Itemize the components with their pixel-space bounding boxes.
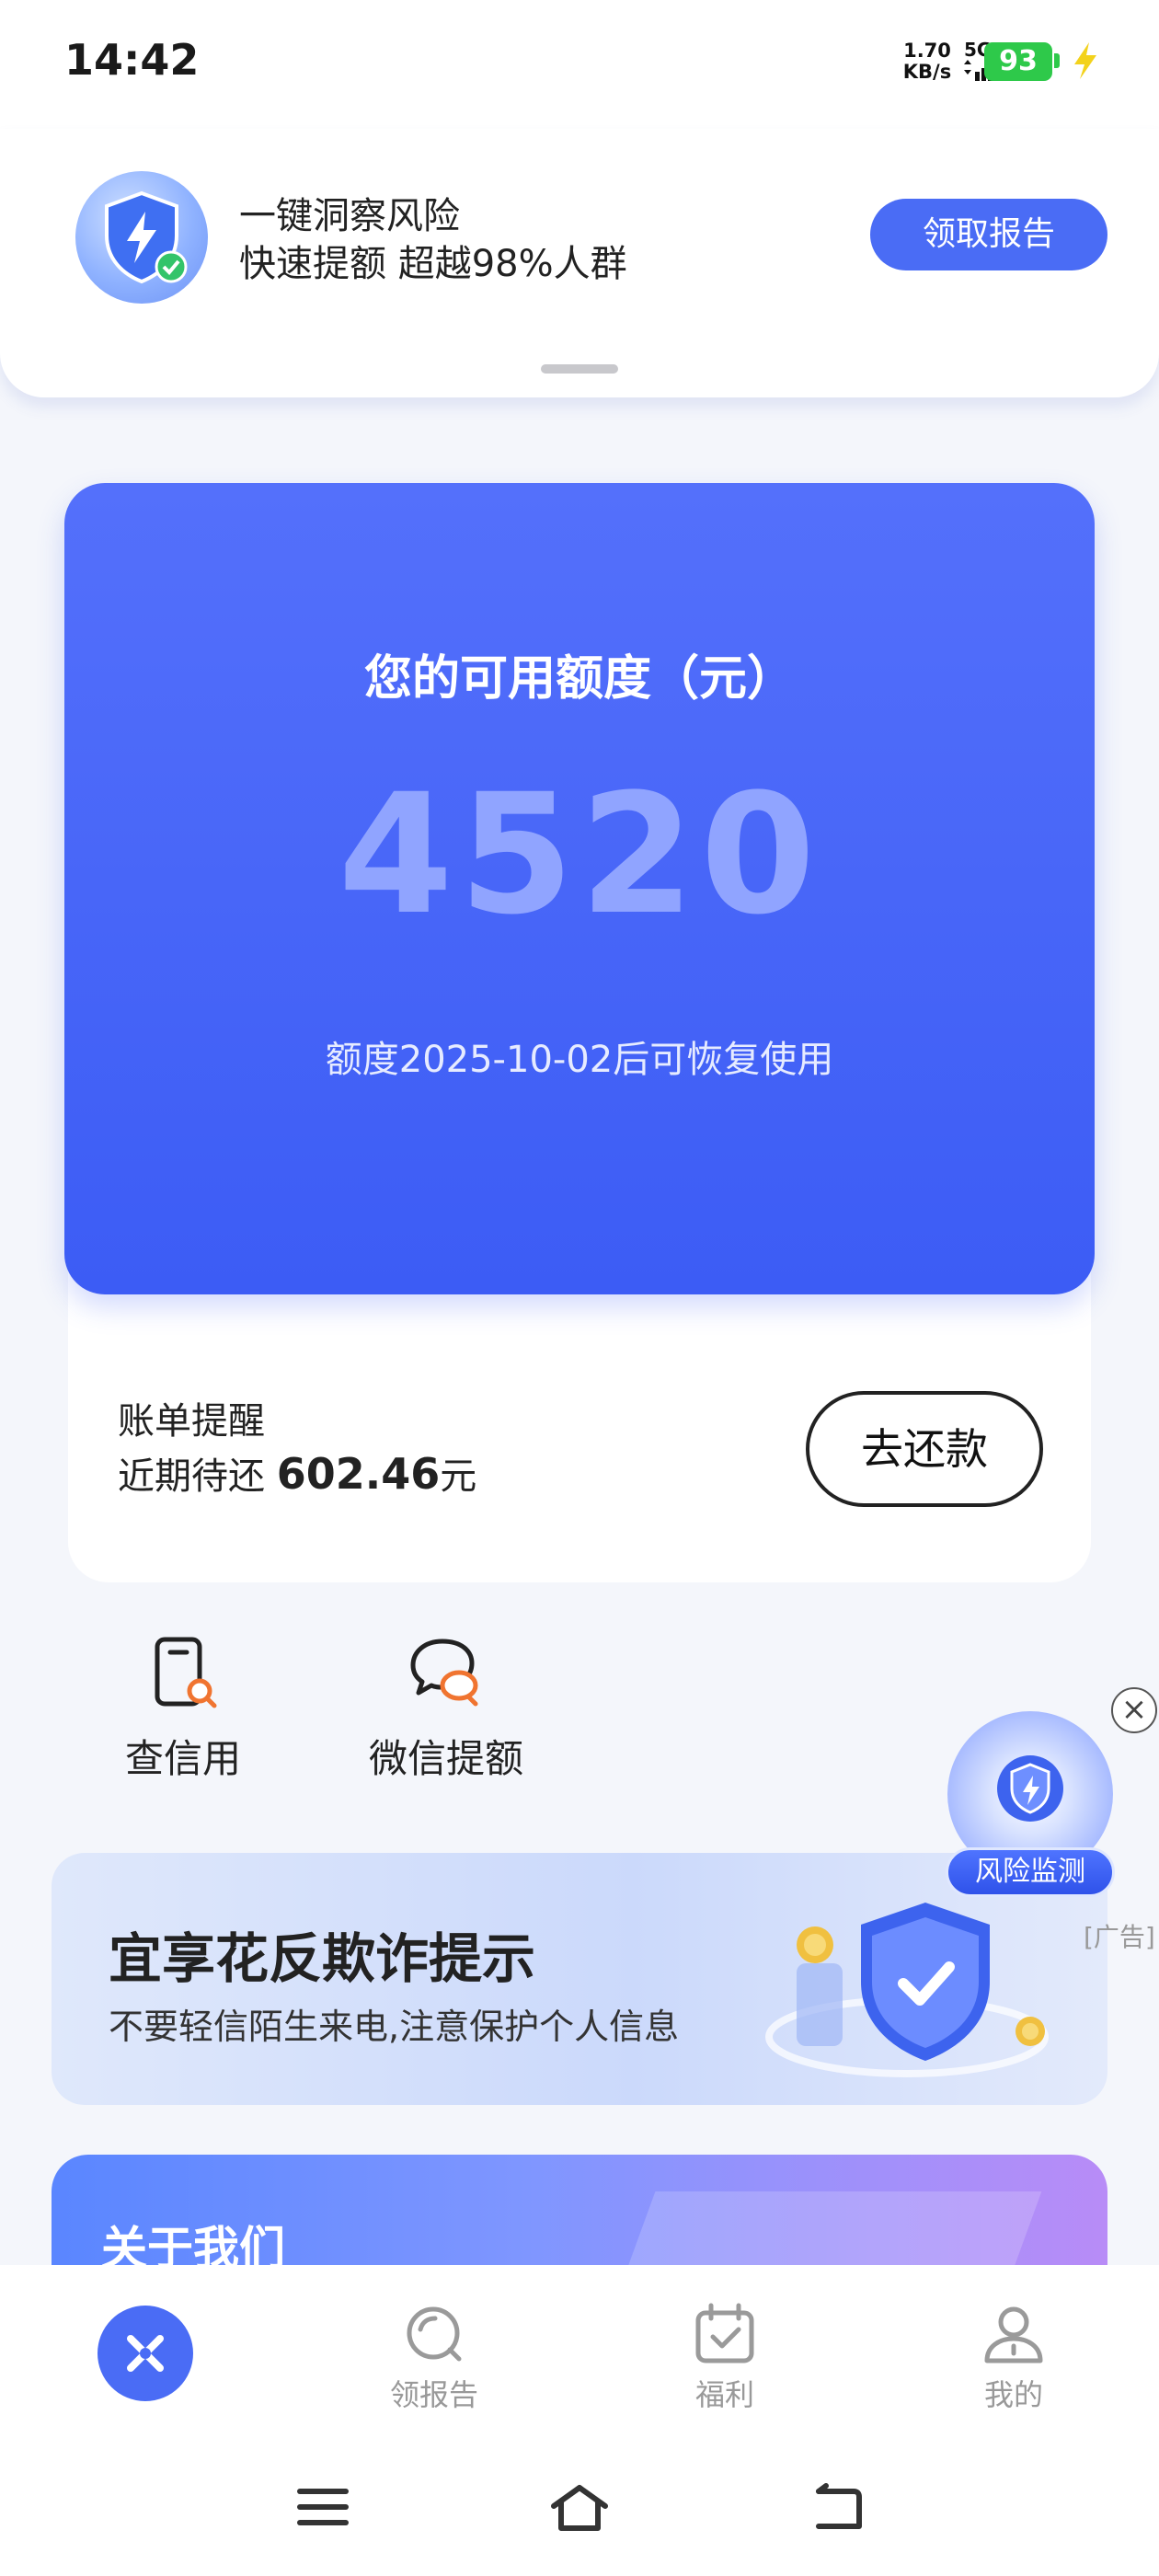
bill-reminder-panel: 账单提醒 近期待还 602.46元 去还款: [68, 1251, 1091, 1582]
credit-restore-note: 额度2025-10-02后可恢复使用: [325, 1039, 834, 1081]
tab-label: 领报告: [389, 2377, 478, 2412]
drag-handle[interactable]: [541, 364, 618, 374]
status-bar: 14:42 1.70 KB/s 5G 93: [0, 0, 1159, 129]
anti-fraud-subtitle: 不要轻信陌生来电,注意保护个人信息: [109, 2007, 680, 2047]
risk-monitor-label: 风险监测: [946, 1847, 1115, 1897]
available-credit-title: 您的可用额度（元）: [363, 651, 795, 707]
calendar-check-icon: [695, 2303, 754, 2363]
back-icon[interactable]: [809, 2482, 865, 2534]
available-credit-amount: 4520: [338, 759, 821, 951]
close-float-icon[interactable]: ×: [1111, 1687, 1157, 1733]
home-icon[interactable]: [548, 2482, 611, 2534]
credit-check-icon: [155, 1637, 217, 1708]
risk-monitor-float[interactable]: 风险监测: [942, 1708, 1117, 1904]
bottom-tab-bar: 领报告 福利 我的: [0, 2265, 1159, 2440]
quick-action-wechat-raise[interactable]: 微信提额: [340, 1634, 552, 1784]
shield-check-icon: [75, 171, 208, 304]
tab-label: 福利: [694, 2377, 754, 2412]
quick-action-label: 查信用: [124, 1736, 241, 1781]
quick-action-credit-check[interactable]: 查信用: [77, 1634, 289, 1784]
battery-tip: [1054, 53, 1060, 68]
battery-indicator: 93: [984, 42, 1052, 81]
banner-subline: 快速提额 超越98%人群: [239, 243, 627, 285]
charging-bolt-icon: [1074, 42, 1096, 79]
tab-label: 我的: [983, 2377, 1043, 2412]
profile-icon: [984, 2306, 1043, 2363]
ad-tag: [广告]: [1084, 1922, 1155, 1952]
anti-fraud-title: 宜享花反欺诈提示: [109, 1927, 536, 1990]
system-navigation-bar: [0, 2440, 1159, 2576]
status-time: 14:42: [64, 35, 200, 85]
risk-insight-banner: 一键洞察风险 快速提额 超越98%人群 领取报告: [0, 129, 1159, 397]
get-report-button[interactable]: 领取报告: [870, 199, 1107, 270]
bill-due-amount: 602.46: [276, 1449, 441, 1499]
tab-welfare[interactable]: 福利: [651, 2302, 798, 2414]
bill-due-line: 近期待还 602.46元: [118, 1449, 477, 1499]
tab-home[interactable]: [98, 2306, 193, 2401]
shield-bolt-icon: [997, 1755, 1063, 1822]
menu-icon[interactable]: [296, 2482, 350, 2532]
report-search-icon: [407, 2306, 462, 2362]
quick-action-label: 微信提额: [368, 1736, 523, 1781]
network-speed: 1.70 KB/s: [902, 40, 952, 83]
repay-button[interactable]: 去还款: [806, 1391, 1043, 1507]
banner-headline: 一键洞察风险: [239, 195, 460, 237]
home-logo-icon: [127, 2335, 164, 2372]
bill-reminder-title: 账单提醒: [118, 1400, 265, 1443]
wechat-chat-icon: [410, 1639, 478, 1707]
tab-report[interactable]: 领报告: [361, 2302, 508, 2414]
available-credit-card[interactable]: 您的可用额度（元） 4520 额度2025-10-02后可恢复使用: [64, 483, 1095, 1294]
tab-mine[interactable]: 我的: [940, 2302, 1087, 2414]
